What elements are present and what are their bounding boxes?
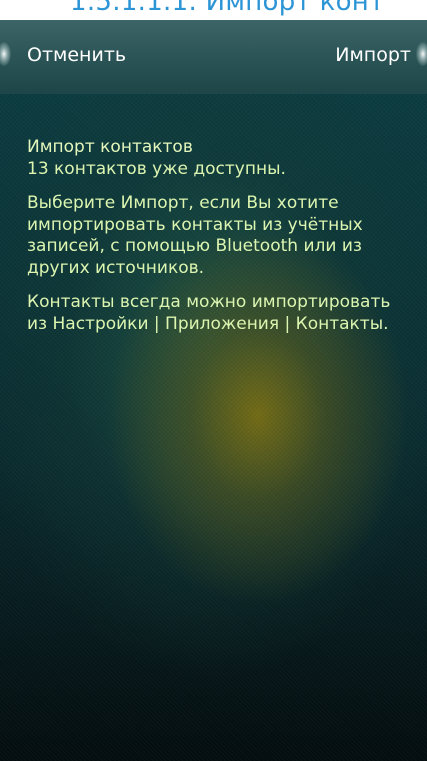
info-content: Импорт контактов 13 контактов уже доступ… bbox=[27, 137, 412, 348]
page-title: Импорт контактов bbox=[27, 137, 193, 157]
cancel-button[interactable]: Отменить bbox=[27, 42, 126, 68]
right-edge-glow-icon bbox=[416, 42, 427, 66]
action-bar: Отменить Импорт bbox=[0, 20, 427, 93]
caption-text: 1.5.1.1.1. Импорт конт bbox=[70, 0, 385, 17]
settings-hint-text: Контакты всегда можно импортировать из Н… bbox=[27, 292, 391, 334]
document-caption: 1.5.1.1.1. Импорт конт bbox=[0, 0, 427, 20]
import-button[interactable]: Импорт bbox=[335, 42, 411, 68]
import-instructions-text: Выберите Импорт, если Вы хотите импортир… bbox=[27, 193, 363, 278]
contacts-count-text: 13 контактов уже доступны. bbox=[27, 158, 286, 179]
left-edge-glow-icon bbox=[0, 42, 11, 66]
import-contacts-screen: Отменить Импорт Импорт контактов 13 конт… bbox=[0, 20, 427, 761]
